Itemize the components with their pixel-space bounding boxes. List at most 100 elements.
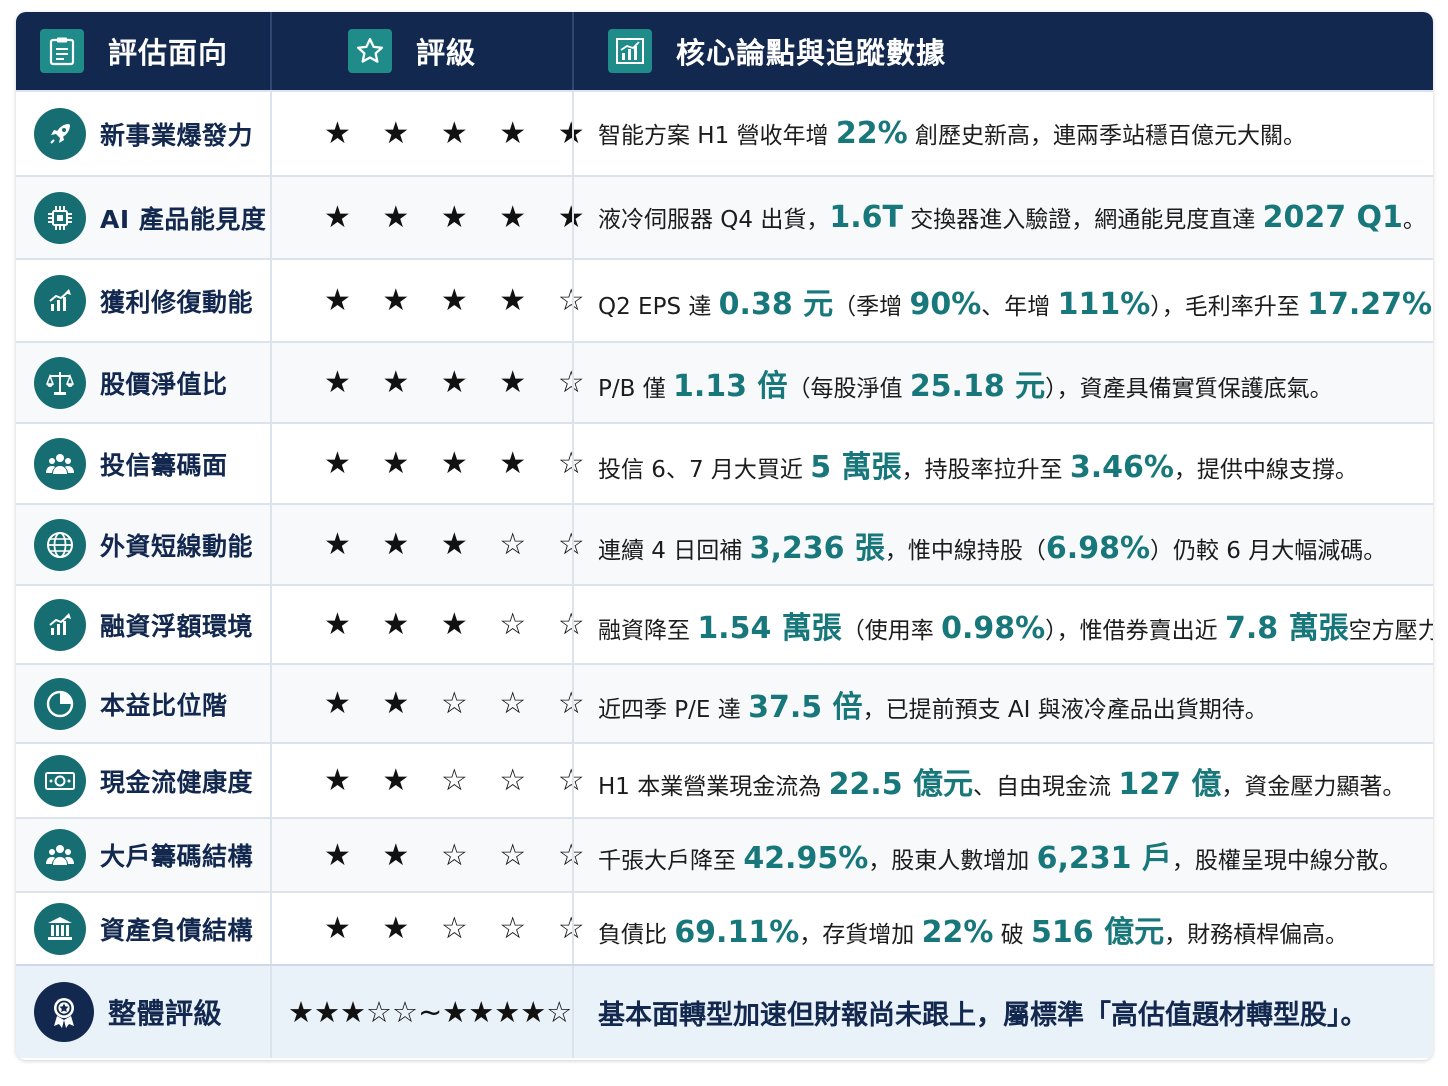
thesis-text: P/B 僅 1.13 倍（每股淨值 25.18 元），資產具備實質保護底氣。 [598,361,1333,405]
thesis-text: H1 本業營業現金流為 22.5 億元、自由現金流 127 億，資金壓力顯著。 [598,759,1405,803]
table-row: 本益比位階 ★ ★ ☆ ☆ ☆ 近四季 P/E 達 37.5 倍，已提前預支 AI … [16,663,1433,742]
thesis-cell: H1 本業營業現金流為 22.5 億元、自由現金流 127 億，資金壓力顯著。 [572,744,1433,817]
table-row: 大戶籌碼結構 ★ ★ ☆ ☆ ☆ 千張大戶降至 42.95%，股東人數增加 6,23… [16,817,1433,891]
dimension-label: 資產負債結構 [100,915,254,945]
text-segment: P/B 僅 [598,375,674,402]
text-segment: ，股東人數增加 [868,848,1037,874]
rating-cell: ★ ★ ★ ★ ★ [270,177,585,258]
highlight-value: 22.5 億元 [828,766,974,802]
overall-summary-text: 基本面轉型加速但財報尚未跟上，屬標準「高估值題材轉型股」。 [598,999,1368,1031]
rating-cell: ★ ★ ☆ ☆ ☆ [270,819,585,891]
text-segment: 創歷史新高，連兩季站穩百億元大關。 [907,123,1306,149]
header-rating: 評級 [270,12,572,90]
text-segment: ），惟借券賣出近 [1045,617,1225,644]
text-segment: ，資金壓力顯著。 [1221,773,1406,800]
overall-label: 整體評級 [108,997,223,1030]
dimension-cell: AI 產品能見度 [16,177,270,258]
star-rating: ★ ★ ☆ ☆ ☆ [324,837,596,873]
dimension-label: 大戶籌碼結構 [100,842,254,871]
text-segment: Q2 EPS 達 [598,293,719,320]
rating-cell: ★ ★ ☆ ☆ ☆ [270,665,585,742]
balance-scale-icon [34,356,86,409]
header-thesis: 核心論點與追蹤數據 [572,12,1433,90]
thesis-cell: 千張大戶降至 42.95%，股東人數增加 6,231 戶，股權呈現中線分散。 [572,819,1433,891]
star-rating: ★ ★ ★ ★ ☆ [324,283,596,318]
chip-icon [34,191,86,244]
text-segment: 。 [1402,207,1426,233]
rating-cell: ★ ★ ☆ ☆ ☆ [270,893,585,964]
dimension-cell: 融資浮額環境 [16,586,270,663]
people-group-icon [34,829,86,881]
thesis-cell: P/B 僅 1.13 倍（每股淨值 25.18 元），資產具備實質保護底氣。 [572,343,1433,422]
highlight-value: 3,236 張 [749,530,885,566]
thesis-cell: 近四季 P/E 達 37.5 倍，已提前預支 AI 與液冷產品出貨期待。 [572,665,1433,742]
overall-star-range: ★★★☆☆~★★★★☆ [288,995,573,1029]
table-row: 股價淨值比 ★ ★ ★ ★ ☆ P/B 僅 1.13 倍（每股淨值 25.18 元）… [16,341,1433,422]
dimension-label: 投信籌碼面 [100,450,228,480]
dimension-cell: 本益比位階 [16,665,270,742]
text-segment: ），毛利率升至 [1150,293,1308,320]
pie-chart-icon [34,677,86,730]
rating-cell: ★ ★ ★ ★ ☆ [270,260,585,341]
thesis-text: 智能方案 H1 營收年增 22% 創歷史新高，連兩季站穩百億元大關。 [598,116,1306,151]
header-dimension: 評估面向 [16,12,270,90]
header-thesis-label: 核心論點與追蹤數據 [676,36,947,70]
thesis-text: 千張大戶降至 42.95%，股東人數增加 6,231 戶，股權呈現中線分散。 [598,833,1402,877]
star-rating: ★ ★ ★ ☆ ☆ [324,527,596,562]
text-segment: 交換器進入驗證，網通能見度直達 [902,207,1263,233]
thesis-text: 連續 4 日回補 3,236 張，惟中線持股（6.98%）仍較 6 月大幅減碼。 [598,523,1386,567]
thesis-cell: 智能方案 H1 營收年增 22% 創歷史新高，連兩季站穩百億元大關。 [572,92,1433,175]
text-segment: 負債比 [598,921,675,948]
overall-rating-cell: ★★★☆☆~★★★★☆ [270,966,572,1058]
text-segment: ，提供中線支撐。 [1173,456,1358,483]
bar-chart-icon [608,29,652,73]
growth-chart-icon [34,598,86,651]
table-row: AI 產品能見度 ★ ★ ★ ★ ★ 液冷伺服器 Q4 出貨，1.6T 交換器進入驗… [16,175,1433,258]
dimension-label: 本益比位階 [100,690,228,720]
text-segment: ）仍較 6 月大幅減碼。 [1150,537,1387,564]
highlight-value: 37.5 倍 [748,689,863,725]
table-header: 評估面向 評級 核心論點與追蹤數據 [16,12,1433,90]
overall-label-cell: 整體評級 [16,966,270,1058]
highlight-value: 69.11% [674,914,800,950]
overall-rating-row: 整體評級 ★★★☆☆~★★★★☆ 基本面轉型加速但財報尚未跟上，屬標準「高估值題材轉… [16,964,1433,1058]
highlight-value: 1.6T [829,200,903,235]
text-segment: 、年增 [981,293,1058,320]
rating-cell: ★ ★ ☆ ☆ ☆ [270,744,585,817]
table-row: 資產負債結構 ★ ★ ☆ ☆ ☆ 負債比 69.11%，存貨增加 22% 破 516… [16,891,1433,964]
thesis-cell: Q2 EPS 達 0.38 元（季增 90%、年增 111%），毛利率升至 17… [572,260,1433,341]
text-segment: （季增 [833,293,910,320]
dimension-cell: 現金流健康度 [16,744,270,817]
globe-icon [34,518,86,571]
highlight-value: 42.95% [743,841,869,876]
rating-cell: ★ ★ ★ ★ ★ [270,92,585,175]
dimension-cell: 資產負債結構 [16,893,270,964]
thesis-text: 負債比 69.11%，存貨增加 22% 破 516 億元，財務槓桿偏高。 [598,907,1348,951]
growth-chart-icon [34,274,86,327]
star-rating: ★ ★ ☆ ☆ ☆ [324,763,596,798]
rating-cell: ★ ★ ★ ☆ ☆ [270,505,585,584]
dimension-label: 獲利修復動能 [100,287,254,317]
bank-icon [34,902,86,955]
dimension-cell: 新事業爆發力 [16,92,270,175]
dimension-cell: 投信籌碼面 [16,424,270,503]
highlight-value: 0.98% [941,610,1046,646]
table-row: 新事業爆發力 ★ ★ ★ ★ ★ 智能方案 H1 營收年增 22% 創歷史新高，連兩… [16,90,1433,175]
overall-summary-cell: 基本面轉型加速但財報尚未跟上，屬標準「高估值題材轉型股」。 [572,966,1433,1058]
table-row: 融資浮額環境 ★ ★ ★ ☆ ☆ 融資降至 1.54 萬張（使用率 0.98%），惟… [16,584,1433,663]
thesis-cell: 液冷伺服器 Q4 出貨，1.6T 交換器進入驗證，網通能見度直達 2027 Q1… [572,177,1433,258]
star-rating: ★ ★ ☆ ☆ ☆ [324,911,596,946]
clipboard-icon [40,29,84,73]
highlight-value: 22% [835,116,908,151]
text-segment: H1 本業營業現金流為 [598,773,829,800]
dimension-label: 外資短線動能 [100,531,254,561]
star-icon [348,29,392,73]
highlight-value: 0.38 元 [718,286,834,322]
highlight-value: 1.54 萬張 [697,610,842,646]
dimension-cell: 股價淨值比 [16,343,270,422]
header-dimension-label: 評估面向 [108,36,229,70]
text-segment: ，存貨增加 [799,921,922,948]
star-rating: ★ ★ ★ ★ ☆ [324,365,596,400]
star-rating: ★ ★ ★ ★ ★ [324,200,596,235]
text-segment: 、自由現金流 [973,773,1119,800]
